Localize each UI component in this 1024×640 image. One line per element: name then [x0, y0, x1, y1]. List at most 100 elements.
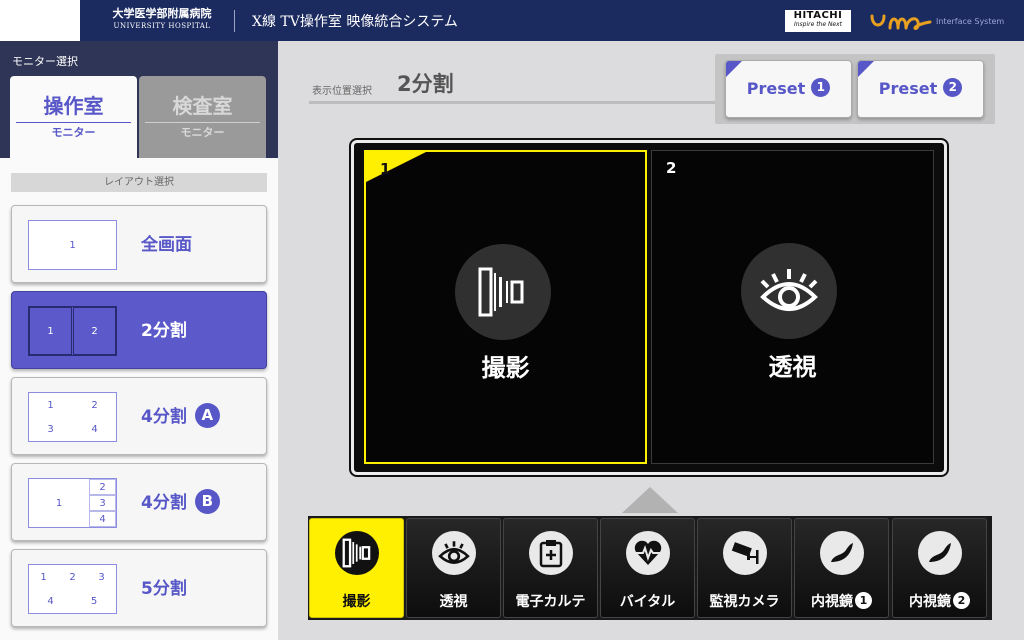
layout-label: 4分割 A: [141, 378, 220, 456]
preset-number: 1: [811, 78, 831, 97]
tab-operation-room-monitor[interactable]: 操作室 モニター: [10, 76, 137, 158]
screen-pane-1[interactable]: 1 撮影: [364, 150, 647, 464]
layout-label-text: 4分割: [141, 493, 187, 513]
layout-cell: 3: [89, 495, 116, 511]
pane-number: 1: [380, 160, 391, 178]
tab-divider: [145, 122, 260, 123]
hospital-name-en: UNIVERSITY HOSPITAL: [113, 22, 211, 30]
left-panel: モニター選択 操作室 モニター 検査室 モニター レイアウト選択 1 全画面 1: [0, 41, 278, 640]
layout-button-4split-a[interactable]: 1 2 3 4 4分割 A: [11, 377, 267, 455]
preset-1-button[interactable]: Preset 1: [725, 60, 852, 118]
monitor-preview: 1 撮影 2 透視: [351, 140, 947, 475]
ume-logo: Interface System: [868, 8, 1018, 34]
source-select-bar: 撮影 透視 電子カルテ バイタル 監視カメラ 内視鏡 1 内視鏡 2: [308, 516, 992, 620]
layout-thumbnail: 1 2 3 4: [28, 478, 117, 528]
source-label: バイタル: [619, 594, 676, 610]
xray-shoot-icon: [335, 531, 379, 575]
header-bar: 大学医学部附属病院 UNIVERSITY HOSPITAL X線 TV操作室 映…: [0, 0, 1024, 41]
layout-cell: 1: [29, 307, 72, 355]
layout-cell: 5: [90, 595, 98, 607]
layout-label: 全画面: [141, 235, 192, 255]
tab-label: 操作室: [43, 94, 104, 118]
hitachi-logo: HITACHI Inspire the Next: [785, 10, 851, 32]
header-divider: [234, 10, 235, 32]
monitor-select-title: モニター選択: [12, 55, 78, 68]
layout-label-text: 4分割: [141, 407, 187, 427]
source-fluoroscopy-button[interactable]: 透視: [406, 518, 501, 618]
endoscope-icon: [918, 531, 962, 575]
preset-number: 2: [943, 78, 963, 97]
source-label: 撮影: [342, 594, 371, 610]
source-label-text: 内視鏡: [909, 594, 951, 610]
ume-logo-text: Interface System: [936, 17, 1005, 26]
screen-pane-2[interactable]: 2 透視: [651, 150, 934, 464]
eye-icon: [741, 243, 837, 339]
source-endoscope-1-button[interactable]: 内視鏡 1: [794, 518, 889, 618]
source-label: 監視カメラ: [709, 594, 780, 610]
layout-cell: 4: [91, 423, 98, 435]
hospital-name-block: 大学医学部附属病院 UNIVERSITY HOSPITAL: [100, 7, 224, 31]
layout-button-full[interactable]: 1 全画面: [11, 205, 267, 283]
tab-sublabel: モニター: [51, 126, 96, 139]
security-camera-icon: [723, 531, 767, 575]
layout-cell: 1: [55, 497, 63, 509]
selection-pointer-arrow: [622, 487, 678, 513]
position-select-label: 表示位置選択: [312, 86, 372, 97]
source-label-text: 内視鏡: [811, 594, 853, 610]
layout-cell: 1: [69, 239, 76, 251]
source-label: 内視鏡 2: [893, 591, 986, 611]
preset-2-button[interactable]: Preset 2: [857, 60, 984, 118]
layout-label: 4分割 B: [141, 464, 220, 542]
medical-chart-icon: [529, 531, 573, 575]
layout-cell: 2: [89, 479, 116, 495]
tab-divider: [16, 122, 131, 123]
system-title: X線 TV操作室 映像統合システム: [252, 14, 458, 30]
position-underline: [309, 101, 715, 104]
layout-cell: 4: [89, 511, 116, 527]
layout-cell: 3: [47, 423, 54, 435]
layout-button-5split[interactable]: 1 2 3 4 5 5分割: [11, 549, 267, 627]
pane-source-label: 透視: [768, 353, 817, 381]
hospital-logo: [0, 0, 80, 41]
position-select-value: 2分割: [397, 72, 454, 96]
eye-icon: [432, 531, 476, 575]
endoscope-icon: [820, 531, 864, 575]
layout-thumbnail: 1 2: [28, 306, 117, 356]
source-label: 内視鏡 1: [795, 591, 888, 611]
preset-label: Preset: [878, 79, 938, 98]
layout-cell: 4: [47, 595, 54, 607]
xray-shoot-icon: [455, 244, 551, 340]
preset-area: Preset 1 Preset 2: [715, 54, 995, 124]
layout-thumbnail: 1 2 3 4: [28, 392, 117, 442]
tab-sublabel: モニター: [180, 126, 225, 139]
source-vital-button[interactable]: バイタル: [600, 518, 695, 618]
layout-button-2split[interactable]: 1 2 2分割: [11, 291, 267, 369]
layout-thumbnail: 1: [28, 220, 117, 270]
layout-label: 2分割: [141, 321, 187, 341]
hospital-name: 大学医学部附属病院: [112, 7, 212, 20]
source-xray-shoot-button[interactable]: 撮影: [309, 518, 404, 618]
layout-thumbnail: 1 2 3 4 5: [28, 564, 117, 614]
hitachi-tagline: Inspire the Next: [793, 21, 843, 28]
pane-source-label: 撮影: [481, 354, 530, 382]
source-medical-chart-button[interactable]: 電子カルテ: [503, 518, 598, 618]
pane-selected-corner: [366, 152, 426, 182]
source-endoscope-2-button[interactable]: 内視鏡 2: [892, 518, 987, 618]
heartbeat-icon: [626, 531, 670, 575]
source-number: 1: [855, 591, 872, 609]
preset-label: Preset: [746, 79, 806, 98]
layout-button-4split-b[interactable]: 1 2 3 4 4分割 B: [11, 463, 267, 541]
layout-cell: 1: [47, 399, 54, 411]
layout-cell: 1: [40, 571, 47, 583]
layout-cell: 2: [69, 571, 76, 583]
pane-number: 2: [666, 159, 677, 177]
tab-exam-room-monitor[interactable]: 検査室 モニター: [139, 76, 266, 158]
layout-select-title: レイアウト選択: [11, 173, 267, 192]
source-security-camera-button[interactable]: 監視カメラ: [697, 518, 792, 618]
ume-logo-mark-icon: [870, 14, 932, 30]
layout-cell: 2: [91, 399, 98, 411]
source-label: 透視: [439, 594, 468, 610]
layout-label: 5分割: [141, 579, 187, 599]
tab-label: 検査室: [172, 94, 233, 118]
source-label: 電子カルテ: [515, 594, 586, 610]
